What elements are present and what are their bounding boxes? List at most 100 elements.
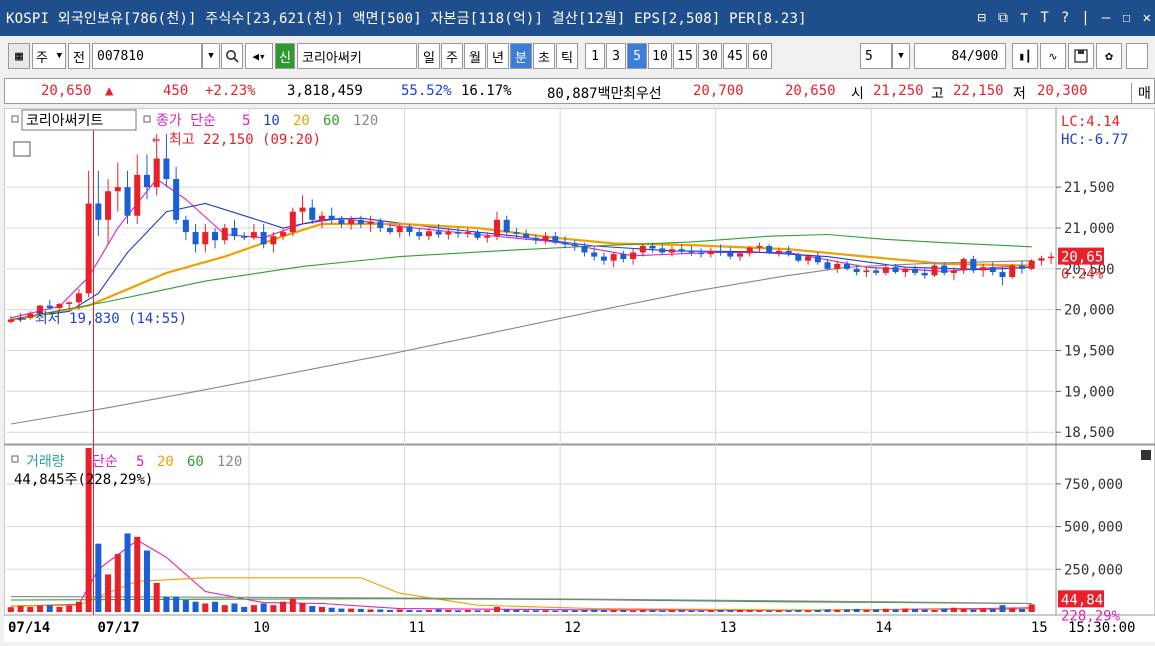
popout-icon[interactable]: ⧉ [998,10,1008,26]
tab-년[interactable]: 년 [487,43,509,69]
maximize-icon[interactable]: ☐ [1122,10,1130,26]
close-icon[interactable]: ✕ [1143,10,1151,26]
volume-bar [678,610,685,612]
price-ma-legend-10: 10 [263,113,280,129]
volume-bar [396,609,403,612]
mode-button[interactable]: 전 [68,43,90,69]
change-value: 450 [163,83,189,99]
chart-svg: 21,50021,00020,50020,00019,50019,00018,5… [3,107,1155,636]
checkbox[interactable] [1126,43,1148,69]
volume-bar [95,543,102,612]
candle-body [980,267,987,271]
stock-code-input[interactable]: 007810 [92,43,202,69]
code-dropdown-icon[interactable]: ▼ [202,43,220,69]
tab-월[interactable]: 월 [464,43,486,69]
candle-body [1018,265,1025,269]
interval-1[interactable]: 1 [585,43,605,69]
volume-bar [182,600,189,612]
x-tick-label: 07/14 [8,620,50,636]
candle-body [814,256,821,263]
volume-bar [659,610,666,612]
candle-body [630,252,637,260]
volume-bar [513,609,520,612]
tab-일[interactable]: 일 [418,43,440,69]
interval-45[interactable]: 45 [723,43,747,69]
interval-15[interactable]: 15 [673,43,697,69]
candle-body [707,250,714,255]
volume-bar [212,601,219,612]
volume-bar [66,605,73,612]
new-badge[interactable]: 신 [275,43,295,69]
candle-body [581,245,588,253]
candle-body [66,302,73,304]
candle-body [124,187,131,216]
candle-body [192,232,199,245]
volume-bar [746,610,753,612]
candle-body [445,232,452,235]
candle-body [698,252,705,255]
tab-틱[interactable]: 틱 [556,43,578,69]
candle-body [202,232,209,245]
line-chart-icon[interactable]: ∿ [1040,43,1066,69]
table-icon [13,141,31,157]
volume-bar [425,609,432,612]
interval-5[interactable]: 5 [627,43,647,69]
chart-area: 21,500 21,000 20,500 20,000 19,500 19,000 18,5… [3,107,1155,642]
x-tick-label: 11 [409,620,426,636]
candle-body [212,232,219,241]
volume-bar [824,609,831,612]
candle-body [231,227,238,237]
amount-value: 80,887백만 [547,86,624,102]
volume-bar [163,596,170,612]
candle-body [46,305,53,309]
sound-icon[interactable]: ◀▾ [245,43,273,69]
minimize-icon[interactable]: — [1102,10,1110,26]
interval-60[interactable]: 60 [748,43,772,69]
save-icon[interactable] [1068,43,1094,69]
candle-body [75,293,82,303]
volume-bar [192,601,199,612]
restore-icon[interactable]: ⊟ [978,10,986,26]
search-icon[interactable] [221,43,243,69]
font-icon[interactable]: T [1040,10,1048,26]
pin-icon[interactable]: ⊤ [1020,10,1028,26]
volume-bar [37,605,44,612]
x-tick-label: 15 [1031,620,1048,636]
price-ma-legend-120: 120 [353,113,378,129]
candle-body [853,268,860,273]
interval-dropdown-icon[interactable]: ▼ [892,43,910,69]
candle-body [241,236,248,238]
candle-body [931,265,938,276]
volume-current-label: 44,845주(228,29%) [14,472,153,488]
candle-body [250,232,257,238]
candle-body [221,227,228,241]
interval-select[interactable]: 5 [860,43,892,69]
volume-bar [367,609,374,612]
candle-body [620,254,627,260]
candle-body [299,207,306,212]
layout-icon[interactable]: ▦ [8,43,30,69]
volume-bar [241,606,248,612]
price-tick-label: 21,500 [1064,180,1115,196]
interval-3[interactable]: 3 [606,43,626,69]
volume-bar [445,609,452,612]
gear-icon[interactable]: ✿ [1096,43,1122,69]
candle-type-icon[interactable]: ▮┃ [1012,43,1038,69]
volume-bar [455,610,462,612]
volume-bar [338,608,345,612]
help-icon[interactable]: ? [1061,10,1069,26]
tab-분[interactable]: 분 [510,43,532,69]
count-field[interactable]: 84/900 [914,43,1006,69]
period-unit-select[interactable]: 주 ▼ [32,43,66,69]
volume-bar [221,605,228,612]
chevron-down-icon: ▼ [56,51,62,61]
stock-name[interactable]: 코리아써키 [297,43,417,69]
tab-주[interactable]: 주 [441,43,463,69]
interval-10[interactable]: 10 [648,43,672,69]
x-tick-label: 10 [253,620,270,636]
interval-30[interactable]: 30 [698,43,722,69]
volume-bar [853,608,860,612]
volume-bar [474,610,481,612]
tab-초[interactable]: 초 [533,43,555,69]
volume-bar [688,610,695,612]
